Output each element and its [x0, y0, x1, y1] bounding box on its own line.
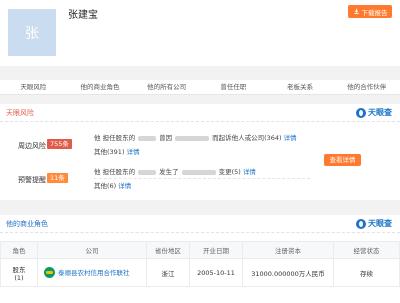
- role-count: (1): [14, 273, 24, 282]
- tianyancha-logo-icon: [356, 107, 366, 118]
- business-roles-section: 他的商业角色 天眼查 角色 公司 省份地区 开业日期 注册资本 经营状态 股东 …: [0, 215, 400, 303]
- detail-link[interactable]: 详情: [127, 148, 140, 156]
- risk-section-title: 天眼风险: [6, 109, 34, 117]
- divider: [0, 121, 400, 122]
- tianyancha-brand: 天眼查: [356, 218, 392, 229]
- warning-line-1: 他 担任股东的 发生了 变更(5) 详情: [94, 166, 256, 176]
- table-header-row: 角色 公司 省份地区 开业日期 注册资本 经营状态: [0, 241, 400, 259]
- warning-line-2: 其他(6) 详情: [94, 180, 131, 190]
- warning-label: 预警提醒: [18, 176, 46, 184]
- business-roles-table: 角色 公司 省份地区 开业日期 注册资本 经营状态 股东 (1) 泰顺县农村信用…: [0, 241, 400, 287]
- risk-text: 其他(391): [94, 148, 125, 156]
- business-roles-title: 他的商业角色: [6, 220, 48, 228]
- tab-business-roles[interactable]: 他的商业角色: [67, 80, 134, 94]
- tab-risk[interactable]: 天眼风险: [0, 80, 67, 94]
- tab-partners[interactable]: 他的合作伙伴: [333, 80, 400, 94]
- column-header-role: 角色: [0, 241, 38, 259]
- company-cell: 泰顺县农村信用合作联社: [37, 258, 147, 287]
- role-text: 股东: [12, 265, 26, 274]
- download-report-label: 下载报告: [361, 8, 388, 17]
- redacted-text: [138, 135, 157, 141]
- detail-link[interactable]: 详情: [284, 134, 297, 142]
- tab-boss-relations[interactable]: 老板关系: [267, 80, 334, 94]
- company-link[interactable]: 泰顺县农村信用合作联社: [58, 269, 130, 277]
- detail-link[interactable]: 详情: [118, 182, 131, 190]
- risk-text: 而起诉他人或公司(364): [212, 134, 282, 142]
- risk-text: 他 担任股东的: [94, 168, 136, 176]
- risk-text: 其他(6): [94, 182, 117, 190]
- profile-header: 张 张建宝 下载报告: [0, 0, 400, 66]
- capital-cell: 31000.000000万人民币: [242, 258, 334, 287]
- tianyancha-logo-icon: [356, 218, 366, 229]
- status-cell: 存续: [333, 258, 400, 287]
- divider: [0, 232, 400, 233]
- download-icon: [353, 8, 359, 15]
- surrounding-risk-line-1: 他 担任股东的 曾因 而起诉他人或公司(364) 详情: [94, 132, 297, 142]
- column-header-capital: 注册资本: [242, 241, 334, 259]
- divider: [94, 178, 310, 179]
- risk-text: 曾因: [159, 134, 173, 142]
- tianyancha-brand: 天眼查: [356, 107, 392, 118]
- surrounding-risk-label: 周边风险: [18, 142, 46, 150]
- download-report-button[interactable]: 下载报告: [348, 5, 392, 18]
- risk-text: 他 担任股东的: [94, 134, 136, 142]
- surrounding-risk-line-2: 其他(391) 详情: [94, 146, 140, 156]
- person-name: 张建宝: [68, 10, 98, 21]
- table-row: 股东 (1) 泰顺县农村信用合作联社 浙江 2005-10-11 31000.0…: [0, 258, 400, 287]
- brand-name: 天眼查: [368, 219, 392, 228]
- risk-text: 变更(5): [218, 168, 241, 176]
- surrounding-risk-badge: 755条: [47, 139, 72, 149]
- risk-text: 发生了: [159, 168, 179, 176]
- column-header-status: 经营状态: [333, 241, 400, 259]
- column-header-company: 公司: [37, 241, 147, 259]
- column-header-region: 省份地区: [146, 241, 190, 259]
- open-date-cell: 2005-10-11: [189, 258, 243, 287]
- detail-link[interactable]: 详情: [243, 168, 256, 176]
- redacted-text: [181, 169, 216, 175]
- role-cell: 股东 (1): [0, 258, 38, 287]
- tab-past-positions[interactable]: 曾任任职: [200, 80, 267, 94]
- redacted-text: [175, 135, 210, 141]
- tab-bar: 天眼风险 他的商业角色 他的所有公司 曾任任职 老板关系 他的合作伙伴: [0, 80, 400, 95]
- brand-name: 天眼查: [368, 108, 392, 117]
- risk-section: 天眼风险 天眼查 周边风险 755条 他 担任股东的 曾因 而起诉他人或公司(364…: [0, 104, 400, 200]
- warning-badge: 11条: [47, 173, 68, 183]
- redacted-text: [138, 169, 157, 175]
- tab-all-companies[interactable]: 他的所有公司: [133, 80, 200, 94]
- avatar: 张: [8, 9, 56, 56]
- view-details-button[interactable]: 查看详情: [324, 154, 361, 166]
- company-logo-icon: [44, 267, 55, 279]
- column-header-open-date: 开业日期: [189, 241, 243, 259]
- region-cell: 浙江: [146, 258, 190, 287]
